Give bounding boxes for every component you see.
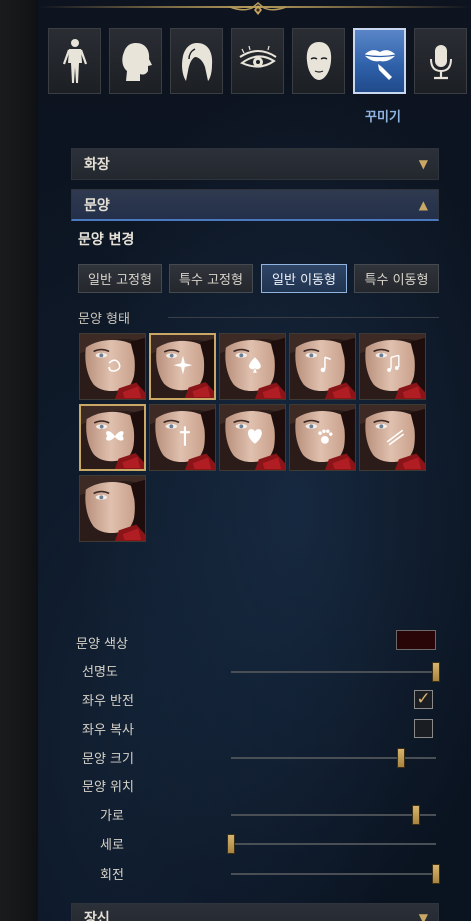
tab-face[interactable] <box>292 28 345 94</box>
pattern-thumbnail-butterfly[interactable] <box>79 404 146 471</box>
type-button-label: 일반 고정형 <box>88 273 152 288</box>
active-category-label: 꾸미기 <box>365 110 401 125</box>
hair-icon <box>181 43 212 81</box>
type-button-special-fixed[interactable]: 특수 고정형 <box>169 264 253 293</box>
tab-head[interactable] <box>109 28 162 94</box>
accordion-accessory-label: 장신 <box>84 911 110 921</box>
vertical-slider-knob[interactable] <box>227 834 235 854</box>
clarity-label: 선명도 <box>82 665 118 680</box>
pattern-change-title: 문양 변경 <box>78 232 135 248</box>
pattern-thumbnail-cross[interactable] <box>149 404 216 471</box>
position-label: 문양 위치 <box>82 780 134 795</box>
pattern-thumbnail-spade[interactable] <box>219 333 286 400</box>
pattern-color-label: 문양 색상 <box>76 637 128 652</box>
tab-hair[interactable] <box>170 28 223 94</box>
tab-body[interactable] <box>48 28 101 94</box>
makeup-icon <box>363 50 396 80</box>
left-background-strip <box>0 0 38 921</box>
size-slider-knob[interactable] <box>397 748 406 768</box>
shape-divider <box>168 317 439 318</box>
clarity-slider-knob[interactable] <box>432 662 440 682</box>
pattern-thumbnail-notes[interactable] <box>359 333 426 400</box>
pattern-thumbnail-paw[interactable] <box>289 404 356 471</box>
accordion-makeup-label: 화장 <box>84 157 110 173</box>
copy-checkbox[interactable] <box>414 719 433 738</box>
accordion-pattern-label: 문양 <box>84 197 110 214</box>
tab-makeup[interactable] <box>353 28 406 94</box>
horizontal-slider-knob[interactable] <box>411 805 420 825</box>
body-icon <box>62 39 87 83</box>
pattern-shape-label: 문양 형태 <box>78 312 130 327</box>
rotation-label: 회전 <box>100 868 124 883</box>
vertical-label: 세로 <box>100 838 124 853</box>
flip-checkbox[interactable]: ✓ <box>414 690 433 709</box>
pattern-thumbnail-slash[interactable] <box>359 404 426 471</box>
accordion-pattern[interactable]: 문양 ▲ <box>71 189 439 221</box>
pattern-thumbnail-none[interactable] <box>79 475 146 542</box>
pattern-thumbnail-note[interactable] <box>289 333 356 400</box>
tab-eyes[interactable] <box>231 28 284 94</box>
pattern-thumbnail-swirl[interactable] <box>79 333 146 400</box>
rotation-slider[interactable] <box>231 864 440 884</box>
accordion-accessory[interactable]: 장신 ▼ <box>71 903 439 921</box>
type-button-normal-moving[interactable]: 일반 이동형 <box>261 264 347 293</box>
pattern-color-swatch[interactable] <box>396 630 436 650</box>
vertical-slider[interactable] <box>227 834 436 854</box>
top-ornament-icon <box>229 2 287 15</box>
clarity-slider[interactable] <box>231 662 440 682</box>
horizontal-slider[interactable] <box>231 805 436 825</box>
type-button-special-moving[interactable]: 특수 이동형 <box>354 264 439 293</box>
head-icon <box>121 43 152 81</box>
face-icon <box>306 42 331 80</box>
type-button-label: 특수 이동형 <box>364 273 429 288</box>
chevron-down-icon: ▼ <box>418 157 428 171</box>
chevron-down-icon: ▼ <box>418 911 428 921</box>
type-button-normal-fixed[interactable]: 일반 고정형 <box>78 264 162 293</box>
flip-label: 좌우 반전 <box>82 694 134 709</box>
customization-panel: 꾸미기 화장 ▼ 문양 ▲ 문양 변경 일반 고정형 특수 고정형 일반 이동형… <box>38 0 471 921</box>
pattern-thumbnail-heart[interactable] <box>219 404 286 471</box>
chevron-up-icon: ▲ <box>418 197 428 212</box>
voice-icon <box>429 45 452 80</box>
rotation-slider-knob[interactable] <box>432 864 440 884</box>
type-button-label: 특수 고정형 <box>179 273 243 288</box>
horizontal-label: 가로 <box>100 809 124 824</box>
copy-label: 좌우 복사 <box>82 723 134 738</box>
type-button-label: 일반 이동형 <box>272 273 336 288</box>
size-label: 문양 크기 <box>82 752 134 767</box>
tab-voice[interactable] <box>414 28 467 94</box>
size-slider[interactable] <box>231 748 436 768</box>
pattern-thumbnail-sparkle[interactable] <box>149 333 216 400</box>
accordion-makeup[interactable]: 화장 ▼ <box>71 148 439 180</box>
eye-icon <box>238 45 277 68</box>
